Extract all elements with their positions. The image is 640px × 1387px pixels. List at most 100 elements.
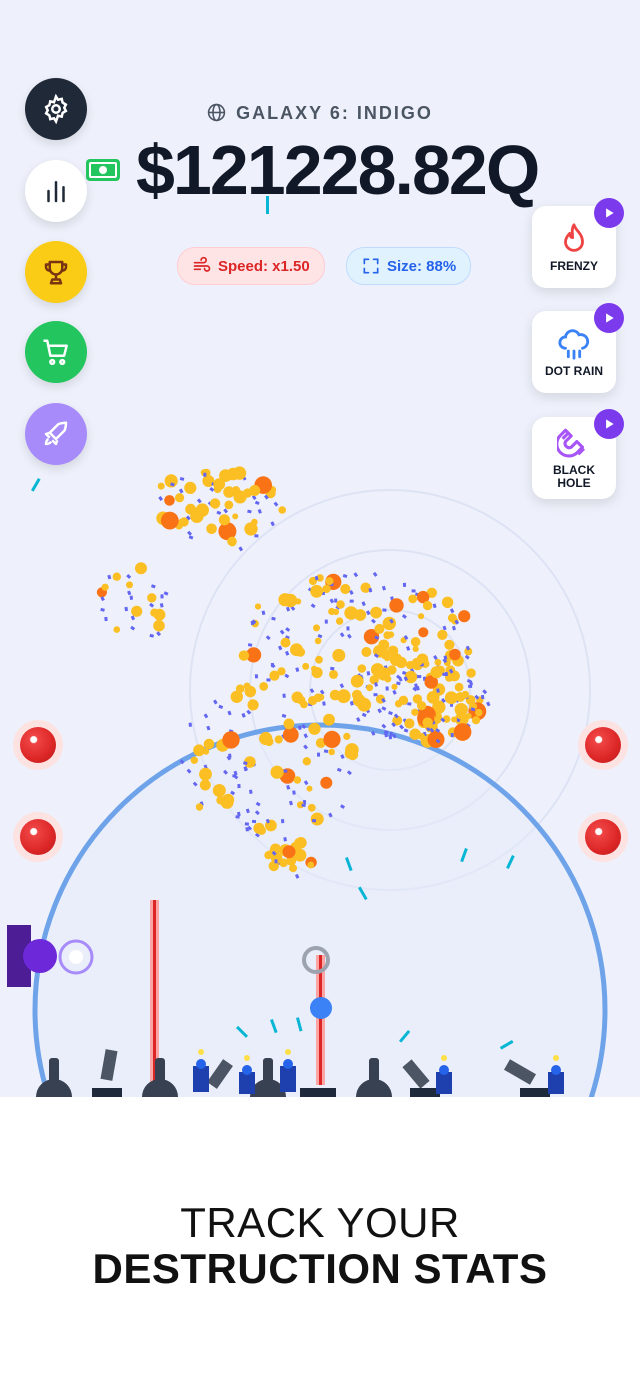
flame-icon xyxy=(564,222,584,252)
particle-dot xyxy=(147,593,157,603)
particle-shard xyxy=(237,811,241,817)
particle-shard xyxy=(388,711,393,716)
particle-dot xyxy=(332,608,340,616)
particle-dot xyxy=(454,682,464,692)
boost-button[interactable] xyxy=(25,403,87,465)
particle-dot xyxy=(332,648,346,662)
particle-dot xyxy=(398,695,409,705)
particle-dot xyxy=(279,858,288,868)
particle-dot xyxy=(389,653,403,666)
speed-stat-pill: Speed: x1.50 xyxy=(177,247,325,285)
particle-dot xyxy=(278,506,287,514)
particle-dot xyxy=(175,493,185,503)
particle-shard xyxy=(317,752,321,757)
particle-shard xyxy=(411,589,416,593)
particle-shard xyxy=(372,571,378,577)
particle-dot xyxy=(328,748,336,756)
trophy-icon xyxy=(44,260,68,285)
particle-dot xyxy=(310,812,324,826)
particle-shard xyxy=(285,606,291,612)
game-area[interactable]: GALAXY 6: INDIGO $121228.82Q Speed: x1.5… xyxy=(0,0,640,1097)
particle-shard xyxy=(323,749,329,753)
particle-shard xyxy=(238,546,244,552)
particle-shard xyxy=(196,498,202,504)
shop-button[interactable] xyxy=(25,321,87,383)
play-icon[interactable] xyxy=(594,409,624,439)
particle-shard xyxy=(281,819,285,824)
particle-dot xyxy=(243,682,251,690)
particle-shard xyxy=(482,689,488,695)
rocket-icon xyxy=(44,421,68,446)
particle-dot xyxy=(269,670,280,681)
particle-dot xyxy=(131,605,143,617)
particle-shard xyxy=(203,472,207,477)
black-hole-powerup-card[interactable]: BLACK HOLE xyxy=(532,409,624,499)
particle-dot xyxy=(209,498,221,509)
particle-shard xyxy=(281,713,287,718)
particle-shard xyxy=(254,500,260,506)
particle-shard xyxy=(250,620,255,626)
particle-shard xyxy=(228,753,232,758)
particle-shard xyxy=(353,572,359,578)
particle-shard xyxy=(129,595,134,600)
particle-shard xyxy=(232,774,237,778)
particle-blast xyxy=(449,648,461,661)
particle-shard xyxy=(282,693,286,698)
particle-shard xyxy=(160,594,164,599)
particle-shard xyxy=(261,610,266,616)
particle-shard xyxy=(271,616,276,621)
particle-dot xyxy=(238,650,250,661)
particle-shard xyxy=(366,671,371,676)
particle-dot xyxy=(184,481,197,494)
particle-dot xyxy=(203,738,215,750)
particle-dot xyxy=(254,603,262,610)
particle-dot xyxy=(350,674,364,688)
particle-shard xyxy=(361,712,367,718)
particle-shard xyxy=(342,573,348,579)
play-icon[interactable] xyxy=(594,303,624,333)
cash-icon xyxy=(86,159,120,181)
dot-rain-powerup-card[interactable]: DOT RAIN xyxy=(532,303,624,393)
particle-dot xyxy=(418,732,425,740)
particle-dot xyxy=(335,617,344,625)
particle-shard xyxy=(298,725,302,730)
particle-shard xyxy=(361,601,366,607)
particle-dot xyxy=(455,692,466,702)
particle-dot xyxy=(295,647,306,657)
particle-blast xyxy=(164,495,175,506)
particle-dot xyxy=(153,619,165,632)
stats-button[interactable] xyxy=(25,160,87,222)
particle-shard xyxy=(203,713,209,719)
particle-dot xyxy=(206,523,217,535)
particle-shard xyxy=(126,574,132,579)
promo-caption: TRACK YOUR DESTRUCTION STATS xyxy=(0,1097,640,1387)
particle-dot xyxy=(199,779,211,791)
particle-shard xyxy=(158,495,163,501)
particle-blast xyxy=(222,731,240,749)
frenzy-powerup-card[interactable]: FRENZY xyxy=(532,198,624,288)
particle-shard xyxy=(187,530,193,536)
red-bumper xyxy=(13,812,63,862)
particle-shard xyxy=(270,521,275,527)
particle-shard xyxy=(384,732,388,738)
particle-dot xyxy=(315,655,323,664)
particle-shard xyxy=(254,534,259,538)
particle-dot xyxy=(274,735,283,744)
particle-dot xyxy=(415,658,423,666)
particle-dot xyxy=(302,662,310,670)
cloud-rain-icon xyxy=(558,328,590,360)
particle-dot xyxy=(374,623,385,634)
particle-dot xyxy=(190,509,204,523)
particle-shard xyxy=(292,790,296,795)
particle-dot xyxy=(405,661,415,670)
play-icon[interactable] xyxy=(594,198,624,228)
particle-dot xyxy=(113,626,121,633)
trophy-button[interactable] xyxy=(25,241,87,303)
particle-shard xyxy=(100,607,105,612)
particle-shard xyxy=(107,574,112,580)
particle-shard xyxy=(285,627,291,632)
particle-shard xyxy=(127,590,132,596)
globe-icon xyxy=(207,103,226,122)
frenzy-label: FRENZY xyxy=(550,258,598,273)
particle-dot xyxy=(411,708,419,716)
